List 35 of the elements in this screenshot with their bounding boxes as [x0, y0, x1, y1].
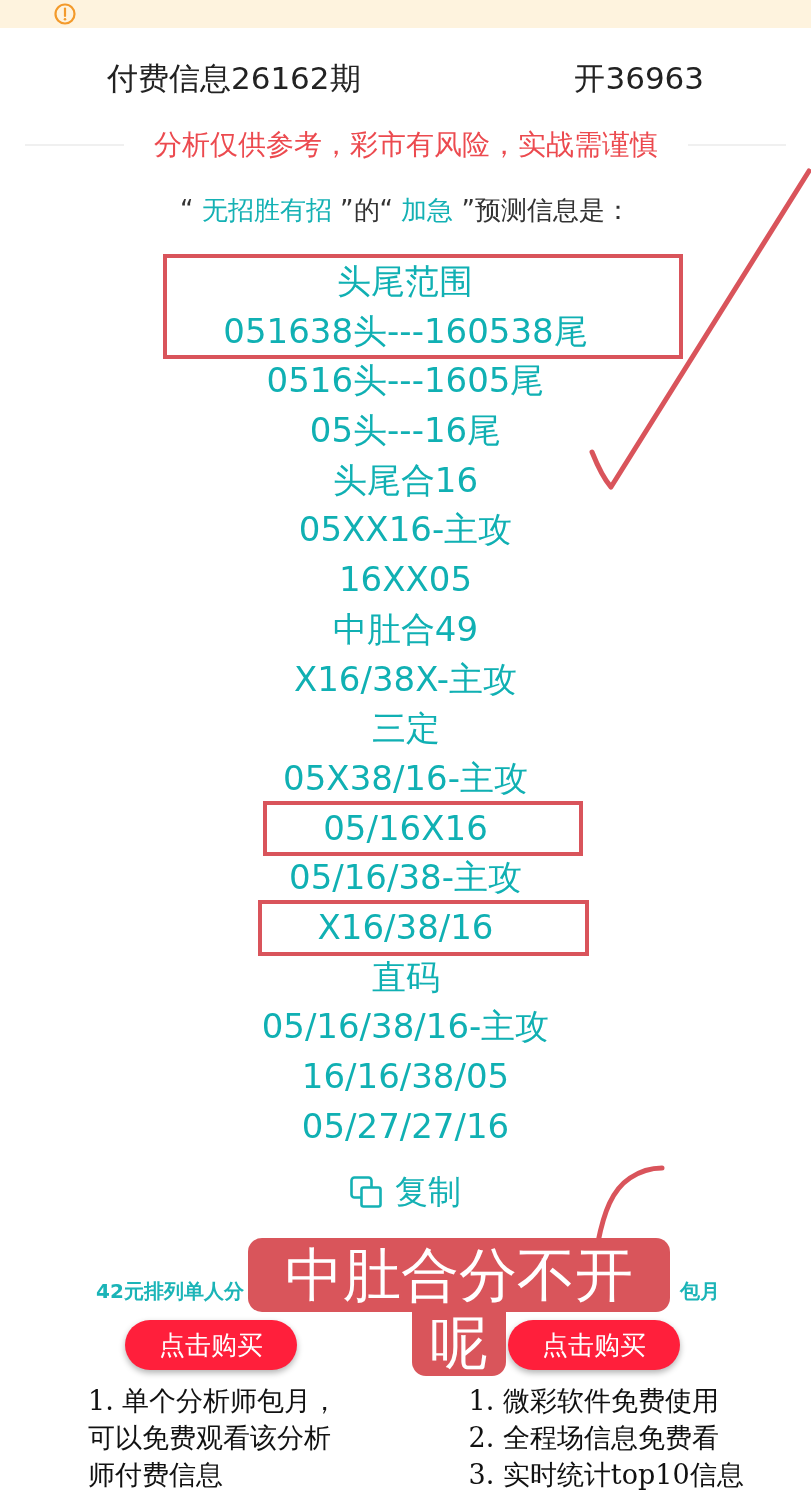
prediction-line: 0516头---1605尾	[266, 359, 545, 403]
prediction-line: 05头---16尾	[309, 409, 502, 453]
feature-text: 3. 实时统计top10信息	[468, 1457, 744, 1492]
copy-button[interactable]: 复制	[350, 1172, 461, 1213]
intro-sentence: “ 无招胜有招 ”的“ 加急 ”预测信息是：	[180, 194, 631, 226]
prediction-line: 05X38/16-主攻	[283, 756, 528, 800]
buy-button[interactable]: 点击购买	[507, 1320, 680, 1371]
prediction-line: X16/38/16	[317, 905, 494, 949]
issue-title: 付费信息26162期	[106, 60, 361, 96]
prediction-line: 16/16/38/05	[301, 1055, 510, 1098]
prediction-line: 16XX05	[338, 558, 473, 602]
prediction-line: X16/38X-主攻	[293, 657, 518, 701]
copy-icon	[350, 1176, 382, 1209]
plan-title: 42元排列单人分	[96, 1278, 244, 1305]
prediction-line: 05XX16-主攻	[298, 508, 513, 552]
feature-text: 1. 微彩软件免费使用	[468, 1383, 719, 1418]
prediction-line: 中肚合49	[332, 607, 479, 651]
prediction-line: 直码	[371, 955, 440, 999]
prediction-line: 三定	[371, 707, 440, 751]
plan-title: 包月	[680, 1278, 720, 1305]
prediction-line: 05/16/38/16-主攻	[261, 1005, 550, 1049]
prediction-line: 05/16/38-主攻	[289, 856, 522, 900]
feature-text: 2. 全程场信息免费看	[468, 1420, 719, 1455]
draw-result: 开36963	[574, 60, 705, 96]
prediction-line: 05/16X16	[323, 806, 488, 850]
prediction-line: 05/27/27/16	[301, 1104, 510, 1148]
note-label: 呢	[412, 1312, 506, 1376]
prediction-line: 头尾合16	[332, 458, 479, 502]
note-label: 中肚合分不开	[248, 1238, 670, 1312]
prediction-line: 头尾范围	[337, 260, 474, 303]
risk-disclaimer: 分析仅供参考，彩市有风险，实战需谨慎	[153, 129, 658, 161]
prediction-line: 051638头---160538尾	[223, 309, 588, 353]
feature-text: 1. 单个分析师包月，可以免费观看该分析师付费信息	[88, 1383, 340, 1492]
alert-icon	[54, 3, 76, 25]
buy-button[interactable]: 点击购买	[125, 1320, 297, 1371]
